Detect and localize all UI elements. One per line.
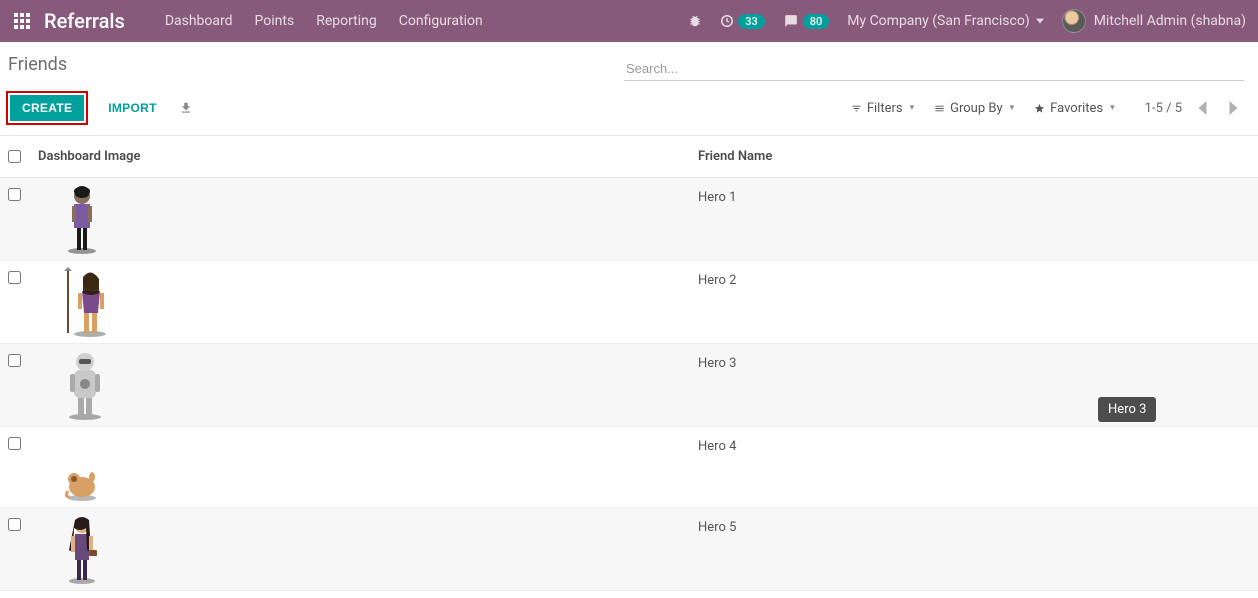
nav-dashboard[interactable]: Dashboard (165, 13, 233, 29)
nav-configuration[interactable]: Configuration (399, 13, 483, 29)
pager-text[interactable]: 1-5 / 5 (1145, 101, 1182, 116)
hero-image (62, 461, 102, 501)
messages-count: 80 (803, 14, 830, 29)
activities-indicator[interactable]: 33 (720, 14, 765, 29)
chevron-left-icon (1198, 101, 1207, 115)
debug-icon[interactable] (688, 14, 702, 28)
row-checkbox[interactable] (8, 437, 21, 450)
dashboard-image-cell (30, 508, 690, 591)
col-dashboard-image[interactable]: Dashboard Image (30, 136, 690, 178)
friend-name-cell: Hero 1 (690, 178, 1258, 261)
chevron-down-icon: ▾ (910, 103, 915, 113)
row-checkbox[interactable] (8, 518, 21, 531)
hero-image (62, 184, 102, 254)
hero-image (62, 350, 108, 420)
col-friend-name[interactable]: Friend Name (690, 136, 1258, 178)
create-button[interactable]: CREATE (10, 95, 84, 121)
search-input[interactable] (624, 57, 1244, 80)
messages-indicator[interactable]: 80 (783, 14, 830, 29)
breadcrumb: Friends (6, 50, 67, 81)
company-name: My Company (San Francisco) (847, 13, 1029, 29)
create-highlight: CREATE (6, 91, 88, 125)
friend-name-cell: Hero 3 (690, 344, 1258, 427)
chevron-right-icon (1229, 101, 1238, 115)
table-row[interactable]: Hero 1 (0, 178, 1258, 261)
friend-name-cell: Hero 2 (690, 261, 1258, 344)
export-icon[interactable] (171, 97, 201, 119)
chevron-down-icon (1036, 17, 1044, 25)
table-row[interactable]: Hero 4 (0, 427, 1258, 508)
row-checkbox[interactable] (8, 271, 21, 284)
user-menu[interactable]: Mitchell Admin (shabna) (1062, 9, 1246, 33)
friends-table: Dashboard Image Friend Name Hero 1 (0, 136, 1258, 591)
nav-points[interactable]: Points (255, 13, 295, 29)
friend-name-cell: Hero 4 (690, 427, 1258, 508)
table-row[interactable]: Hero 2 (0, 261, 1258, 344)
nav-reporting[interactable]: Reporting (316, 13, 377, 29)
favorites-dropdown[interactable]: Favorites ▾ (1028, 97, 1121, 120)
company-switcher[interactable]: My Company (San Francisco) (847, 13, 1043, 29)
list-icon (934, 103, 945, 114)
row-checkbox[interactable] (8, 354, 21, 367)
pager-prev[interactable] (1192, 99, 1213, 117)
filters-dropdown[interactable]: Filters ▾ (845, 97, 920, 120)
row-tooltip: Hero 3 (1098, 397, 1156, 422)
hero-image (62, 267, 112, 337)
friend-name-cell: Hero 5 (690, 508, 1258, 591)
dashboard-image-cell (30, 261, 690, 344)
control-panel: Friends CREATE IMPORT Filters ▾ Group By… (0, 42, 1258, 136)
app-title[interactable]: Referrals (44, 9, 125, 33)
star-icon (1034, 103, 1045, 114)
navbar: Referrals Dashboard Points Reporting Con… (0, 0, 1258, 42)
chevron-down-icon: ▾ (1110, 103, 1115, 113)
row-checkbox[interactable] (8, 188, 21, 201)
apps-icon[interactable] (0, 13, 44, 29)
dashboard-image-cell (30, 178, 690, 261)
dashboard-image-cell (30, 427, 690, 508)
dashboard-image-cell (30, 344, 690, 427)
search-wrap (624, 57, 1244, 81)
group-by-label: Group By (950, 101, 1003, 116)
table-row[interactable]: Hero 5 (0, 508, 1258, 591)
pager-next[interactable] (1223, 99, 1244, 117)
user-name: Mitchell Admin (shabna) (1094, 13, 1246, 29)
hero-image (62, 514, 102, 584)
funnel-icon (851, 103, 862, 114)
filters-label: Filters (867, 101, 903, 116)
table-row[interactable]: Hero 3 (0, 344, 1258, 427)
group-by-dropdown[interactable]: Group By ▾ (928, 97, 1020, 120)
avatar (1062, 9, 1086, 33)
select-all-checkbox[interactable] (8, 150, 21, 163)
import-button[interactable]: IMPORT (100, 95, 164, 121)
activities-count: 33 (738, 14, 765, 29)
chevron-down-icon: ▾ (1010, 103, 1015, 113)
nav-links: Dashboard Points Reporting Configuration (165, 13, 483, 29)
favorites-label: Favorites (1050, 101, 1103, 116)
